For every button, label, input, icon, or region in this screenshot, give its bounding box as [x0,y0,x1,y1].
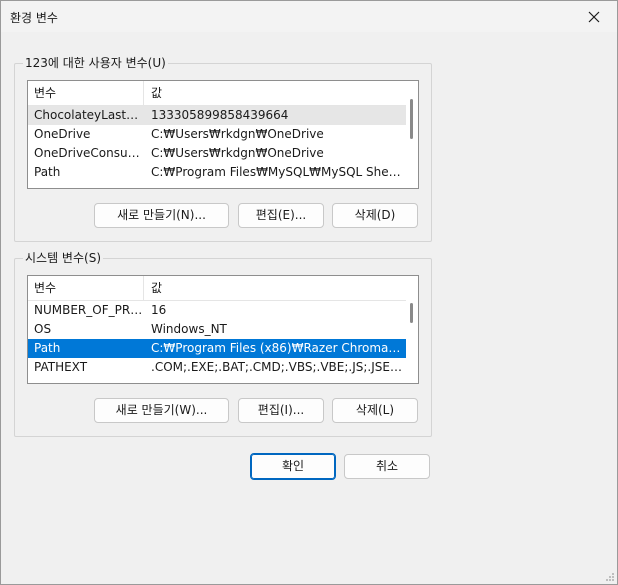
window-title: 환경 변수 [10,11,58,25]
system-variables-group: 시스템 변수(S) 변수 값 NUMBER_OF_PRO... 16 OS Wi… [14,250,432,437]
title-bar: 환경 변수 [1,1,617,32]
close-icon [588,11,600,22]
variable-value: 16 [151,303,167,317]
variable-name: PATHEXT [34,360,88,374]
variable-value: C:₩Program Files (x86)₩Razer Chroma SD..… [151,341,402,355]
list-item[interactable]: OneDrive C:₩Users₩rkdgn₩OneDrive [28,125,406,144]
list-item[interactable]: OneDriveConsumer C:₩Users₩rkdgn₩OneDrive [28,144,406,163]
scrollbar-thumb[interactable] [410,99,413,139]
ok-button[interactable]: 확인 [250,453,336,480]
column-header-value[interactable]: 값 [145,81,406,105]
system-delete-button[interactable]: 삭제(L) [332,398,418,423]
variable-name: OneDrive [34,127,91,141]
column-header-variable[interactable]: 변수 [28,81,144,105]
variable-value: C:₩Users₩rkdgn₩OneDrive [151,127,324,141]
list-item[interactable]: OS Windows_NT [28,320,406,339]
variable-name: Path [34,165,61,179]
vertical-scrollbar[interactable] [406,276,418,383]
variable-name: OneDriveConsumer [34,146,144,160]
user-variables-list[interactable]: 변수 값 ChocolateyLastPat... 13330589985843… [27,80,419,189]
user-variables-group: 123에 대한 사용자 변수(U) 변수 값 ChocolateyLastPat… [14,55,432,242]
system-variables-label: 시스템 변수(S) [23,250,103,266]
scrollbar-thumb[interactable] [410,303,413,323]
cancel-button[interactable]: 취소 [344,454,430,479]
variable-value: 133305899858439664 [151,108,289,122]
list-header: 변수 값 [28,276,406,301]
variable-name: Path [34,341,61,355]
list-item[interactable]: Path C:₩Program Files₩MySQL₩MySQL Shell … [28,163,406,182]
user-variables-label: 123에 대한 사용자 변수(U) [23,55,168,71]
column-header-variable[interactable]: 변수 [28,276,144,300]
variable-name: NUMBER_OF_PRO... [34,303,144,317]
environment-variables-dialog: 환경 변수 123에 대한 사용자 변수(U) 변수 값 ChocolateyL… [0,0,618,585]
user-edit-button[interactable]: 편집(E)... [238,203,324,228]
user-new-button[interactable]: 새로 만들기(N)... [94,203,229,228]
user-delete-button[interactable]: 삭제(D) [332,203,418,228]
variable-value: .COM;.EXE;.BAT;.CMD;.VBS;.VBE;.JS;.JSE;.… [151,360,402,374]
vertical-scrollbar[interactable] [406,81,418,188]
resize-grip-icon[interactable] [605,572,615,582]
list-item[interactable]: ChocolateyLastPat... 133305899858439664 [28,106,406,125]
variable-value: C:₩Program Files₩MySQL₩MySQL Shell 8.... [151,165,402,179]
variable-name: ChocolateyLastPat... [34,108,144,122]
list-item-selected[interactable]: Path C:₩Program Files (x86)₩Razer Chroma… [28,339,406,358]
list-header: 변수 값 [28,81,406,106]
list-item[interactable]: PATHEXT .COM;.EXE;.BAT;.CMD;.VBS;.VBE;.J… [28,358,406,377]
column-header-value[interactable]: 값 [145,276,406,300]
system-edit-button[interactable]: 편집(I)... [238,398,324,423]
system-variables-list[interactable]: 변수 값 NUMBER_OF_PRO... 16 OS Windows_NT P… [27,275,419,384]
close-button[interactable] [571,1,617,32]
system-new-button[interactable]: 새로 만들기(W)... [94,398,229,423]
variable-value: Windows_NT [151,322,227,336]
variable-value: C:₩Users₩rkdgn₩OneDrive [151,146,324,160]
variable-name: OS [34,322,52,336]
list-item[interactable]: NUMBER_OF_PRO... 16 [28,301,406,320]
